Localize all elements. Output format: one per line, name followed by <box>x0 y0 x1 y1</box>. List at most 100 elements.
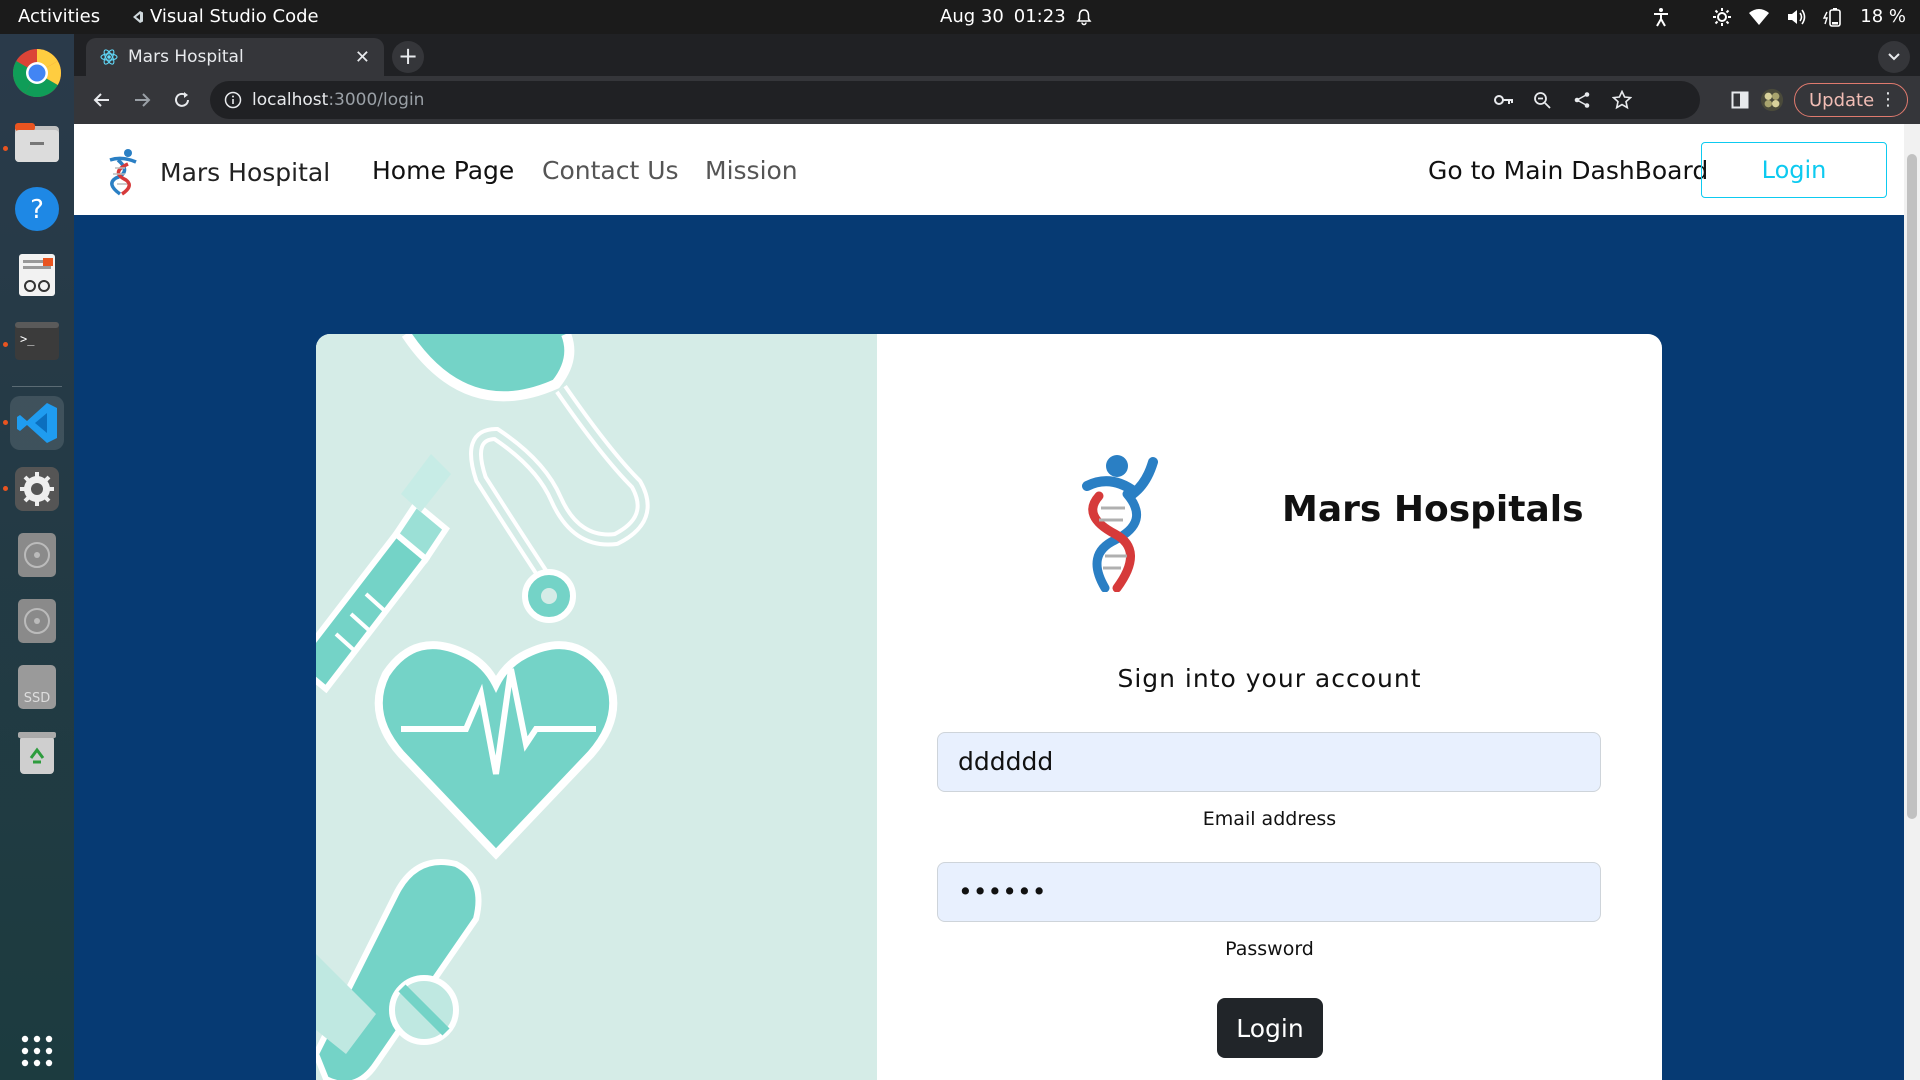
chrome-launcher[interactable] <box>10 46 64 100</box>
react-favicon-icon <box>100 49 118 65</box>
forward-button[interactable] <box>128 86 156 114</box>
zoom-out-icon <box>1534 92 1551 109</box>
disc-launcher-1[interactable] <box>10 528 64 582</box>
close-tab-icon[interactable]: ✕ <box>355 47 370 68</box>
time-text: 01:23 <box>1013 6 1066 27</box>
wifi-icon <box>1749 8 1770 25</box>
focused-app-menu[interactable]: Visual Studio Code <box>130 6 319 27</box>
help-launcher[interactable]: ? <box>10 182 64 236</box>
star-icon <box>1612 90 1632 110</box>
share-button[interactable] <box>1572 90 1592 110</box>
svg-text:>_: >_ <box>20 332 35 346</box>
trash-icon <box>18 732 56 774</box>
ssd-icon: SSD <box>18 665 56 709</box>
chrome-icon <box>12 48 62 98</box>
settings-icon <box>15 467 59 511</box>
heart-rate-icon <box>374 641 618 860</box>
nav-contact-link[interactable]: Contact Us <box>542 156 679 185</box>
tab-search-button[interactable] <box>1878 41 1910 73</box>
browser-tab-strip: Mars Hospital ✕ + <box>74 34 1920 76</box>
pill-icon <box>316 859 482 1080</box>
share-icon <box>1574 92 1590 108</box>
signin-heading: Sign into your account <box>1117 664 1422 693</box>
profile-button[interactable] <box>1760 88 1784 112</box>
dock: ? >_ SSD <box>0 34 74 1080</box>
reload-button[interactable] <box>168 86 196 114</box>
chevron-down-icon <box>1888 53 1900 61</box>
page-scrollbar[interactable] <box>1904 124 1920 1080</box>
update-label: Update <box>1809 89 1875 111</box>
browser-tab[interactable]: Mars Hospital ✕ <box>86 38 384 76</box>
side-panel-button[interactable] <box>1728 88 1752 112</box>
dna-logo-icon <box>1082 455 1158 592</box>
browser-toolbar: localhost:3000/login Update ⋮ <box>74 76 1920 124</box>
hospital-title: Mars Hospitals <box>1282 489 1584 530</box>
password-key-button[interactable] <box>1494 90 1514 110</box>
ssd-launcher[interactable]: SSD <box>10 660 64 714</box>
brand-name: Mars Hospital <box>160 157 331 187</box>
tab-title: Mars Hospital <box>128 47 244 67</box>
login-card: Mars Hospitals Sign into your account dd… <box>316 334 1662 1080</box>
password-input[interactable]: •••••• <box>937 862 1601 922</box>
terminal-launcher[interactable]: >_ <box>10 314 64 368</box>
email-input[interactable]: dddddd <box>937 732 1601 792</box>
text-editor-launcher[interactable] <box>10 248 64 302</box>
clock[interactable]: Aug 30 01:23 <box>940 6 1092 27</box>
vscode-launcher[interactable] <box>10 396 64 450</box>
address-bar[interactable]: localhost:3000/login <box>210 81 1700 119</box>
battery-icon <box>1823 7 1842 27</box>
system-top-bar: Activities Visual Studio Code Aug 30 01:… <box>0 0 1920 34</box>
show-apps-button[interactable] <box>10 1024 64 1078</box>
trash-launcher[interactable] <box>10 726 64 780</box>
web-page: Mars Hospital Home Page Contact Us Missi… <box>74 124 1904 1080</box>
new-tab-button[interactable]: + <box>392 41 424 73</box>
date-text: Aug 30 <box>940 6 1004 27</box>
app-grid-icon <box>21 1035 53 1067</box>
svg-text:?: ? <box>30 195 44 225</box>
site-navbar: Mars Hospital Home Page Contact Us Missi… <box>74 124 1904 215</box>
back-button[interactable] <box>88 86 116 114</box>
navbar-brand[interactable]: Mars Hospital <box>104 148 330 196</box>
brightness-icon <box>1713 7 1732 26</box>
medical-illustration <box>316 334 650 1080</box>
svg-text:SSD: SSD <box>24 691 51 706</box>
system-tray[interactable]: 18 % <box>1652 6 1906 27</box>
update-button[interactable]: Update ⋮ <box>1794 83 1908 117</box>
battery-percent: 18 % <box>1860 6 1906 27</box>
files-launcher[interactable] <box>10 116 64 170</box>
url-host: localhost <box>252 90 329 110</box>
disc-launcher-2[interactable] <box>10 594 64 648</box>
main-dashboard-link[interactable]: Go to Main DashBoard <box>1428 156 1708 185</box>
activities-button[interactable]: Activities <box>18 6 100 27</box>
login-form-pane: Mars Hospitals Sign into your account dd… <box>877 334 1662 1080</box>
profile-avatar-icon <box>1760 88 1784 112</box>
focused-app-name: Visual Studio Code <box>150 6 319 27</box>
navbar-login-button[interactable]: Login <box>1701 142 1887 198</box>
password-label: Password <box>1225 938 1314 960</box>
login-submit-button[interactable]: Login <box>1217 998 1323 1058</box>
zoom-button[interactable] <box>1532 90 1552 110</box>
scrollbar-thumb[interactable] <box>1907 154 1917 819</box>
alarm-bell-icon <box>1076 8 1092 25</box>
nav-home-link[interactable]: Home Page <box>372 156 514 185</box>
side-panel-icon <box>1731 91 1749 109</box>
url-path: :3000/login <box>328 90 425 110</box>
settings-launcher[interactable] <box>10 462 64 516</box>
accessibility-icon <box>1654 7 1669 26</box>
site-info-icon[interactable] <box>224 91 242 109</box>
email-label: Email address <box>1202 808 1337 830</box>
nav-mission-link[interactable]: Mission <box>705 156 798 185</box>
help-icon: ? <box>15 187 59 231</box>
vscode-icon <box>17 403 57 443</box>
volume-icon <box>1788 9 1806 24</box>
reload-icon <box>175 92 189 107</box>
disc-icon <box>18 599 56 643</box>
disc-icon <box>18 533 56 577</box>
terminal-icon: >_ <box>15 322 59 360</box>
kebab-menu-icon[interactable]: ⋮ <box>1879 89 1897 110</box>
key-icon <box>1494 95 1513 105</box>
text-editor-icon <box>19 254 55 296</box>
dna-logo-icon <box>109 149 137 196</box>
arrow-right-icon <box>135 93 151 107</box>
bookmark-button[interactable] <box>1612 90 1632 110</box>
